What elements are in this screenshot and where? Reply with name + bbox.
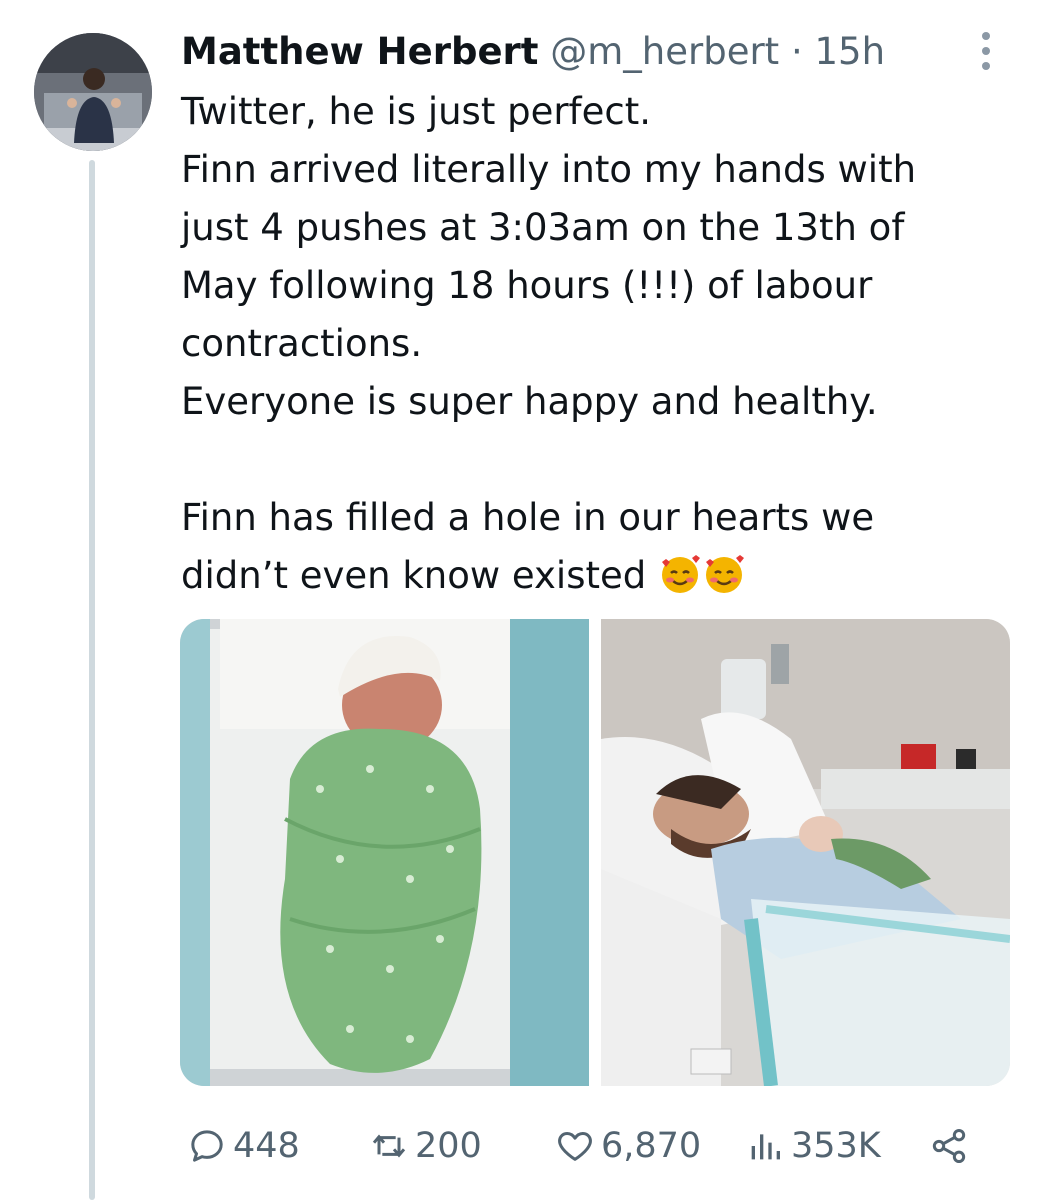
- text-line: didn’t even know existed: [181, 554, 647, 597]
- text-line: Finn has filled a hole in our hearts we: [181, 496, 875, 539]
- text-line: Everyone is super happy and healthy.: [181, 380, 878, 423]
- avatar-photo: [34, 33, 152, 151]
- text-line: May following 18 hours (!!!) of labour: [181, 264, 873, 307]
- avatar[interactable]: [34, 33, 152, 151]
- photo-father-sleeping[interactable]: [601, 619, 1010, 1086]
- reply-count: 448: [233, 1126, 300, 1166]
- views-icon: [751, 1134, 780, 1160]
- retweet-button[interactable]: 200: [369, 1120, 482, 1172]
- text-line-with-emoji: didn’t even know existed: [181, 547, 981, 605]
- retweet-count: 200: [415, 1126, 482, 1166]
- reply-icon: [191, 1130, 223, 1162]
- media-grid: [180, 619, 1010, 1086]
- author-handle[interactable]: @m_herbert: [550, 30, 779, 73]
- retweet-icon: [372, 1134, 406, 1158]
- share-button[interactable]: [929, 1120, 969, 1172]
- smiling-face-with-hearts-icon: [662, 555, 700, 593]
- view-count: 353K: [791, 1126, 881, 1166]
- photo-baby-swaddled[interactable]: [180, 619, 589, 1086]
- like-count: 6,870: [601, 1126, 702, 1166]
- tweet-header: Matthew Herbert @m_herbert · 15h: [181, 28, 885, 76]
- smiling-face-with-hearts-icon: [706, 555, 744, 593]
- thread-line: [89, 160, 95, 1200]
- text-line: contractions.: [181, 322, 423, 365]
- share-icon: [932, 1129, 966, 1163]
- reply-button[interactable]: 448: [187, 1120, 300, 1172]
- views-button[interactable]: 353K: [745, 1120, 881, 1172]
- post-time[interactable]: 15h: [814, 30, 885, 73]
- separator-dot: ·: [790, 30, 803, 73]
- text-line: Twitter, he is just perfect.: [181, 90, 651, 133]
- more-options-icon[interactable]: [976, 32, 996, 72]
- like-button[interactable]: 6,870: [555, 1120, 701, 1172]
- tweet-actions: 448 200 6,870 353K: [187, 1120, 977, 1172]
- text-line: Finn arrived literally into my hands wit…: [181, 148, 917, 191]
- heart-icon: [558, 1132, 592, 1161]
- text-line: just 4 pushes at 3:03am on the 13th of: [181, 206, 905, 249]
- tweet-text: Twitter, he is just perfect. Finn arrive…: [181, 83, 981, 605]
- author-name[interactable]: Matthew Herbert: [181, 30, 538, 73]
